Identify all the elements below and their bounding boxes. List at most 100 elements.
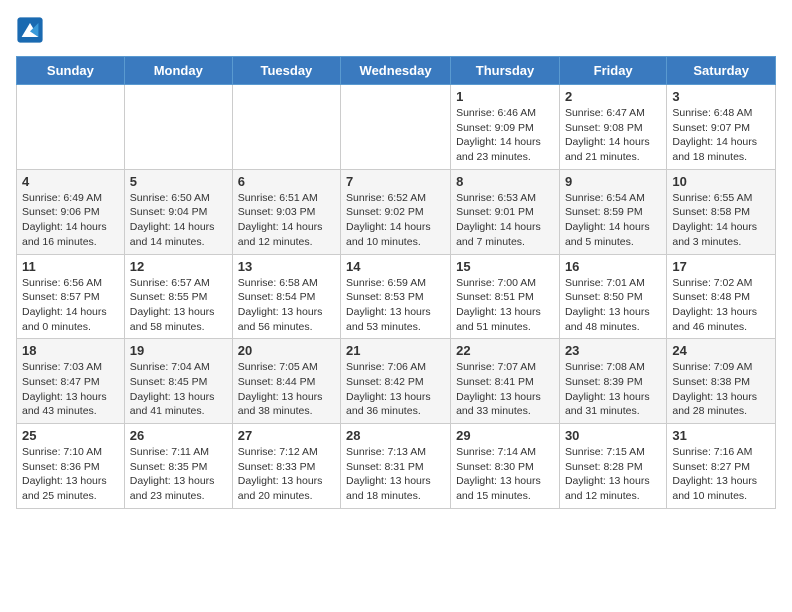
calendar-cell: 5 Sunrise: 6:50 AM Sunset: 9:04 PM Daylig…	[124, 169, 232, 254]
calendar-cell	[341, 85, 451, 170]
calendar-cell: 2 Sunrise: 6:47 AM Sunset: 9:08 PM Daylig…	[559, 85, 666, 170]
day-info: Sunrise: 6:49 AM Sunset: 9:06 PM Dayligh…	[22, 191, 119, 250]
day-info: Sunrise: 7:14 AM Sunset: 8:30 PM Dayligh…	[456, 445, 554, 504]
day-number: 11	[22, 259, 119, 274]
day-number: 25	[22, 428, 119, 443]
day-number: 16	[565, 259, 661, 274]
calendar-cell: 17 Sunrise: 7:02 AM Sunset: 8:48 PM Dayli…	[667, 254, 776, 339]
calendar-cell: 3 Sunrise: 6:48 AM Sunset: 9:07 PM Daylig…	[667, 85, 776, 170]
day-info: Sunrise: 7:05 AM Sunset: 8:44 PM Dayligh…	[238, 360, 335, 419]
day-info: Sunrise: 6:54 AM Sunset: 8:59 PM Dayligh…	[565, 191, 661, 250]
day-info: Sunrise: 7:03 AM Sunset: 8:47 PM Dayligh…	[22, 360, 119, 419]
calendar-cell: 18Sunrise: 7:03 AM Sunset: 8:47 PM Dayli…	[17, 339, 125, 424]
day-number: 21	[346, 343, 445, 358]
week-row-1: 1 Sunrise: 6:46 AM Sunset: 9:09 PM Daylig…	[17, 85, 776, 170]
day-number: 29	[456, 428, 554, 443]
day-number: 28	[346, 428, 445, 443]
day-info: Sunrise: 6:56 AM Sunset: 8:57 PM Dayligh…	[22, 276, 119, 335]
calendar-cell: 30Sunrise: 7:15 AM Sunset: 8:28 PM Dayli…	[559, 424, 666, 509]
calendar-header: SundayMondayTuesdayWednesdayThursdayFrid…	[17, 57, 776, 85]
day-info: Sunrise: 6:47 AM Sunset: 9:08 PM Dayligh…	[565, 106, 661, 165]
day-number: 1	[456, 89, 554, 104]
day-info: Sunrise: 6:46 AM Sunset: 9:09 PM Dayligh…	[456, 106, 554, 165]
weekday-row: SundayMondayTuesdayWednesdayThursdayFrid…	[17, 57, 776, 85]
calendar-cell: 27 Sunrise: 7:12 AM Sunset: 8:33 PM Dayli…	[232, 424, 340, 509]
day-number: 4	[22, 174, 119, 189]
calendar-cell: 12 Sunrise: 6:57 AM Sunset: 8:55 PM Dayli…	[124, 254, 232, 339]
calendar-cell: 25 Sunrise: 7:10 AM Sunset: 8:36 PM Dayli…	[17, 424, 125, 509]
day-number: 7	[346, 174, 445, 189]
day-info: Sunrise: 6:50 AM Sunset: 9:04 PM Dayligh…	[130, 191, 227, 250]
day-number: 22	[456, 343, 554, 358]
day-number: 17	[672, 259, 770, 274]
calendar-cell: 9 Sunrise: 6:54 AM Sunset: 8:59 PM Daylig…	[559, 169, 666, 254]
day-number: 13	[238, 259, 335, 274]
day-number: 20	[238, 343, 335, 358]
calendar-body: 1 Sunrise: 6:46 AM Sunset: 9:09 PM Daylig…	[17, 85, 776, 509]
calendar-cell: 29 Sunrise: 7:14 AM Sunset: 8:30 PM Dayli…	[451, 424, 560, 509]
calendar-cell: 23Sunrise: 7:08 AM Sunset: 8:39 PM Dayli…	[559, 339, 666, 424]
day-number: 6	[238, 174, 335, 189]
calendar-cell: 15 Sunrise: 7:00 AM Sunset: 8:51 PM Dayli…	[451, 254, 560, 339]
day-number: 15	[456, 259, 554, 274]
week-row-3: 11 Sunrise: 6:56 AM Sunset: 8:57 PM Dayli…	[17, 254, 776, 339]
day-number: 26	[130, 428, 227, 443]
day-info: Sunrise: 6:59 AM Sunset: 8:53 PM Dayligh…	[346, 276, 445, 335]
calendar-cell: 28 Sunrise: 7:13 AM Sunset: 8:31 PM Dayli…	[341, 424, 451, 509]
header	[16, 16, 776, 44]
day-number: 10	[672, 174, 770, 189]
day-number: 9	[565, 174, 661, 189]
day-info: Sunrise: 7:06 AM Sunset: 8:42 PM Dayligh…	[346, 360, 445, 419]
day-number: 14	[346, 259, 445, 274]
weekday-header-wednesday: Wednesday	[341, 57, 451, 85]
day-info: Sunrise: 6:53 AM Sunset: 9:01 PM Dayligh…	[456, 191, 554, 250]
day-info: Sunrise: 7:16 AM Sunset: 8:27 PM Dayligh…	[672, 445, 770, 504]
day-info: Sunrise: 7:04 AM Sunset: 8:45 PM Dayligh…	[130, 360, 227, 419]
weekday-header-tuesday: Tuesday	[232, 57, 340, 85]
day-info: Sunrise: 7:13 AM Sunset: 8:31 PM Dayligh…	[346, 445, 445, 504]
day-number: 5	[130, 174, 227, 189]
day-info: Sunrise: 6:58 AM Sunset: 8:54 PM Dayligh…	[238, 276, 335, 335]
day-number: 2	[565, 89, 661, 104]
day-number: 19	[130, 343, 227, 358]
day-info: Sunrise: 6:51 AM Sunset: 9:03 PM Dayligh…	[238, 191, 335, 250]
week-row-2: 4 Sunrise: 6:49 AM Sunset: 9:06 PM Daylig…	[17, 169, 776, 254]
calendar-cell: 26 Sunrise: 7:11 AM Sunset: 8:35 PM Dayli…	[124, 424, 232, 509]
calendar-cell: 11 Sunrise: 6:56 AM Sunset: 8:57 PM Dayli…	[17, 254, 125, 339]
weekday-header-saturday: Saturday	[667, 57, 776, 85]
weekday-header-sunday: Sunday	[17, 57, 125, 85]
logo-icon	[16, 16, 44, 44]
calendar-cell: 22 Sunrise: 7:07 AM Sunset: 8:41 PM Dayli…	[451, 339, 560, 424]
day-number: 12	[130, 259, 227, 274]
day-info: Sunrise: 7:11 AM Sunset: 8:35 PM Dayligh…	[130, 445, 227, 504]
day-info: Sunrise: 7:10 AM Sunset: 8:36 PM Dayligh…	[22, 445, 119, 504]
day-number: 3	[672, 89, 770, 104]
day-info: Sunrise: 7:15 AM Sunset: 8:28 PM Dayligh…	[565, 445, 661, 504]
day-info: Sunrise: 7:02 AM Sunset: 8:48 PM Dayligh…	[672, 276, 770, 335]
day-number: 31	[672, 428, 770, 443]
calendar-cell: 1 Sunrise: 6:46 AM Sunset: 9:09 PM Daylig…	[451, 85, 560, 170]
calendar-cell: 14 Sunrise: 6:59 AM Sunset: 8:53 PM Dayli…	[341, 254, 451, 339]
calendar-cell: 7Sunrise: 6:52 AM Sunset: 9:02 PM Daylig…	[341, 169, 451, 254]
calendar-cell: 8 Sunrise: 6:53 AM Sunset: 9:01 PM Daylig…	[451, 169, 560, 254]
weekday-header-monday: Monday	[124, 57, 232, 85]
calendar-cell: 10Sunrise: 6:55 AM Sunset: 8:58 PM Dayli…	[667, 169, 776, 254]
weekday-header-friday: Friday	[559, 57, 666, 85]
calendar-cell: 21 Sunrise: 7:06 AM Sunset: 8:42 PM Dayli…	[341, 339, 451, 424]
day-info: Sunrise: 6:48 AM Sunset: 9:07 PM Dayligh…	[672, 106, 770, 165]
day-info: Sunrise: 7:07 AM Sunset: 8:41 PM Dayligh…	[456, 360, 554, 419]
calendar-cell	[232, 85, 340, 170]
day-number: 27	[238, 428, 335, 443]
calendar-cell: 13 Sunrise: 6:58 AM Sunset: 8:54 PM Dayli…	[232, 254, 340, 339]
day-number: 24	[672, 343, 770, 358]
calendar-cell: 31 Sunrise: 7:16 AM Sunset: 8:27 PM Dayli…	[667, 424, 776, 509]
calendar-cell: 4 Sunrise: 6:49 AM Sunset: 9:06 PM Daylig…	[17, 169, 125, 254]
day-info: Sunrise: 7:12 AM Sunset: 8:33 PM Dayligh…	[238, 445, 335, 504]
calendar-cell: 16 Sunrise: 7:01 AM Sunset: 8:50 PM Dayli…	[559, 254, 666, 339]
day-info: Sunrise: 7:01 AM Sunset: 8:50 PM Dayligh…	[565, 276, 661, 335]
day-number: 23	[565, 343, 661, 358]
day-info: Sunrise: 6:57 AM Sunset: 8:55 PM Dayligh…	[130, 276, 227, 335]
calendar-cell: 20 Sunrise: 7:05 AM Sunset: 8:44 PM Dayli…	[232, 339, 340, 424]
day-info: Sunrise: 7:00 AM Sunset: 8:51 PM Dayligh…	[456, 276, 554, 335]
day-number: 8	[456, 174, 554, 189]
